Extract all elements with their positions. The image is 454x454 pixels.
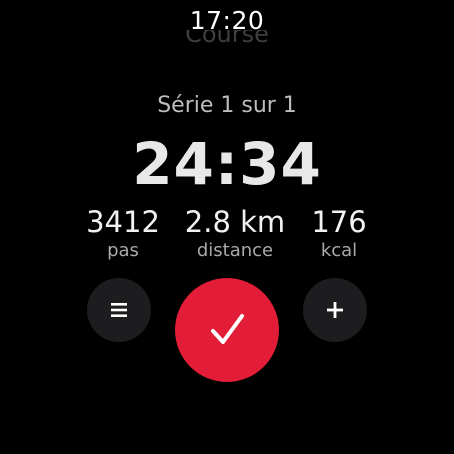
menu-button[interactable] bbox=[87, 278, 151, 342]
plus-icon bbox=[327, 302, 343, 318]
watch-screen: 17:20 Course Série 1 sur 1 24:34 3412 pa… bbox=[0, 0, 454, 454]
add-button[interactable] bbox=[303, 278, 367, 342]
stat-calories: 176 kcal bbox=[269, 205, 409, 263]
menu-icon bbox=[111, 303, 127, 317]
series-label: Série 1 sur 1 bbox=[157, 93, 297, 118]
stats-row: 3412 pas 2.8 km distance 176 kcal bbox=[0, 205, 454, 269]
finish-button[interactable] bbox=[175, 278, 279, 382]
checkmark-icon bbox=[211, 314, 244, 344]
elapsed-timer: 24:34 bbox=[132, 130, 322, 198]
stat-calories-value: 176 bbox=[311, 205, 367, 239]
activity-title: Course bbox=[0, 30, 454, 56]
stat-calories-label: kcal bbox=[320, 240, 358, 261]
activity-title-text: Course bbox=[185, 30, 269, 48]
